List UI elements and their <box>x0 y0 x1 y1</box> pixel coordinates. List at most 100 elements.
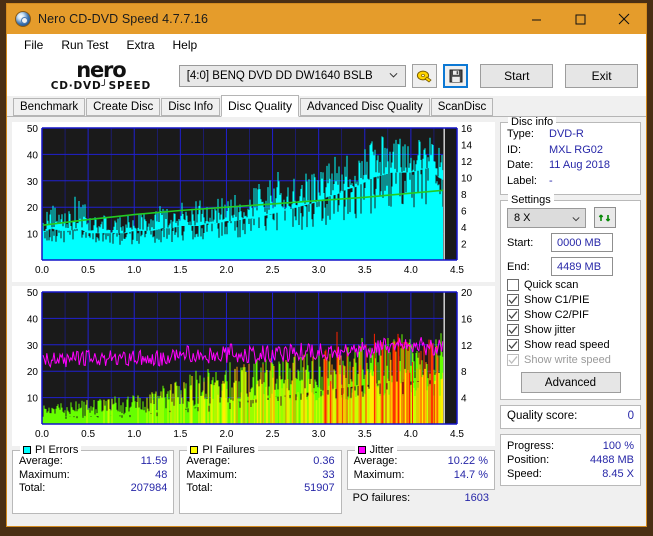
menu-item-file[interactable]: File <box>15 36 52 54</box>
svg-text:0.0: 0.0 <box>35 429 49 440</box>
checkbox-show-jitter[interactable]: Show jitter <box>507 324 634 336</box>
nero-logo-subtitle: CD·DVD╯SPEED <box>51 80 151 92</box>
disc-info-id-value: MXL RG02 <box>549 143 604 156</box>
advanced-button[interactable]: Advanced <box>520 372 621 393</box>
svg-text:4.0: 4.0 <box>404 429 418 440</box>
tab-scandisc[interactable]: ScanDisc <box>430 98 494 116</box>
menu-item-help[interactable]: Help <box>164 36 207 54</box>
svg-text:6: 6 <box>461 207 467 218</box>
quality-score-label: Quality score: <box>507 410 578 422</box>
start-position-input[interactable]: 0000 MB <box>551 233 613 252</box>
pi-errors-chart: 10 20 30 40 50 2 4 6 8 10 12 14 16 0.0 0.5 1.0 1.5 2.0 2.5… <box>12 122 495 282</box>
checkbox-show-c2-pif[interactable]: Show C2/PIF <box>507 309 634 321</box>
application-window: Nero CD-DVD Speed 4.7.7.16 File Run Test… <box>6 3 647 527</box>
refresh-icon[interactable] <box>594 207 616 228</box>
svg-text:14: 14 <box>461 141 473 152</box>
tab-advanced-disc-quality[interactable]: Advanced Disc Quality <box>300 98 430 116</box>
statistics-row: PI Errors Average: 11.59 Maximum: 48 Tot… <box>12 444 495 514</box>
exit-button[interactable]: Exit <box>565 64 638 88</box>
checkbox-show-c2-pif-box <box>507 309 519 321</box>
svg-text:3.0: 3.0 <box>312 429 326 440</box>
tab-benchmark[interactable]: Benchmark <box>13 98 86 116</box>
pi-failures-stats: PI Failures Average: 0.36 Maximum: 33 To… <box>179 444 342 514</box>
pi-failures-jitter-chart: 10 20 30 40 50 4 8 12 16 20 0.0 0.5 1.0 1.5 2.0 2.5 3.0 3… <box>12 286 495 446</box>
start-button[interactable]: Start <box>480 64 554 88</box>
close-icon[interactable] <box>602 4 646 34</box>
svg-text:1.0: 1.0 <box>127 265 141 276</box>
svg-text:3.5: 3.5 <box>358 429 372 440</box>
checkbox-show-c1-pie-box <box>507 294 519 306</box>
svg-text:2.0: 2.0 <box>219 429 233 440</box>
pi-failures-average-row: Average: 0.36 <box>186 455 334 469</box>
pi-errors-maximum-value: 48 <box>155 468 168 481</box>
disc-icon <box>15 11 31 27</box>
pi-failures-maximum-row: Maximum: 33 <box>186 469 334 483</box>
tab-content-disc-quality: 10 20 30 40 50 2 4 6 8 10 12 14 16 0.0 0.5 1.0 1.5 2.0 2.5… <box>7 116 646 526</box>
pi-failures-total-row: Total: 51907 <box>186 482 334 496</box>
svg-text:50: 50 <box>27 288 39 299</box>
jitter-color-swatch <box>357 446 366 454</box>
jitter-average-row: Average: 10.22 % <box>354 455 488 469</box>
jitter-legend-label: Jitter <box>369 444 394 456</box>
svg-text:12: 12 <box>461 341 473 352</box>
end-position-input[interactable]: 4489 MB <box>551 257 613 276</box>
svg-text:30: 30 <box>27 177 39 188</box>
menu-bar: File Run Test Extra Help <box>7 34 646 56</box>
checkbox-quick-scan[interactable]: Quick scan <box>507 279 634 291</box>
checkbox-quick-scan-label: Quick scan <box>524 279 579 291</box>
progress-row: Progress: 100 % <box>507 439 634 453</box>
quality-score-box: Quality score: 0 <box>500 405 641 429</box>
tab-disc-info[interactable]: Disc Info <box>161 98 220 116</box>
nero-logo-word: nero <box>76 57 126 82</box>
checkbox-show-write-speed-label: Show write speed <box>524 354 611 366</box>
position-value: 4488 MB <box>589 453 634 466</box>
checkbox-show-write-speed: Show write speed <box>507 354 634 366</box>
svg-text:2.5: 2.5 <box>266 265 280 276</box>
progress-value: 100 % <box>602 439 634 452</box>
pi-errors-average-row: Average: 11.59 <box>19 455 167 469</box>
menu-item-run-test[interactable]: Run Test <box>52 36 117 54</box>
disc-info-group: Disc info Type: DVD-R ID: MXL RG02 Date:… <box>500 116 641 195</box>
svg-text:0.0: 0.0 <box>35 265 49 276</box>
checkbox-show-read-speed[interactable]: Show read speed <box>507 339 634 351</box>
pi-failures-average-value: 0.36 <box>313 455 335 467</box>
nero-logo-sub-left: CD·DVD <box>50 79 102 92</box>
drive-select-value: [4:0] BENQ DVD DD DW1640 BSLB <box>186 70 373 82</box>
svg-text:12: 12 <box>461 157 473 168</box>
po-failures-label: PO failures: <box>352 492 411 504</box>
drive-select[interactable]: [4:0] BENQ DVD DD DW1640 BSLB <box>178 65 406 87</box>
svg-text:16: 16 <box>461 124 473 135</box>
side-panel: Disc info Type: DVD-R ID: MXL RG02 Date:… <box>500 116 641 521</box>
svg-text:20: 20 <box>27 203 39 214</box>
start-position-row: Start: 0000 MB <box>507 233 634 252</box>
checkbox-show-c1-pie[interactable]: Show C1/PIE <box>507 294 634 306</box>
maximize-icon[interactable] <box>558 4 602 34</box>
disc-info-id-row: ID: MXL RG02 <box>507 143 634 159</box>
pi-errors-legend-label: PI Errors <box>35 444 79 456</box>
po-failures-value: 1603 <box>464 492 489 504</box>
menu-item-extra[interactable]: Extra <box>117 36 163 54</box>
tab-disc-quality[interactable]: Disc Quality <box>221 95 300 117</box>
position-row: Position: 4488 MB <box>507 453 634 467</box>
po-failures-row: PO failures: 1603 <box>347 490 495 504</box>
svg-text:20: 20 <box>461 288 473 299</box>
minimize-icon[interactable] <box>514 4 558 34</box>
nero-logo: nero CD·DVD╯SPEED <box>31 57 171 95</box>
jitter-average-value: 10.22 % <box>447 455 488 467</box>
svg-text:40: 40 <box>27 314 39 325</box>
save-floppy-icon[interactable] <box>442 64 469 88</box>
speed-select[interactable]: 8 X <box>507 207 586 228</box>
checkbox-show-jitter-box <box>507 324 519 336</box>
pi-failures-maximum-value: 33 <box>322 468 335 481</box>
eject-disc-icon[interactable] <box>411 64 437 88</box>
svg-text:40: 40 <box>27 150 39 161</box>
pi-failures-total-label: Total: <box>186 482 213 494</box>
svg-text:10: 10 <box>27 230 39 241</box>
pi-failures-maximum-label: Maximum: <box>186 468 238 481</box>
svg-text:4.5: 4.5 <box>450 429 464 440</box>
svg-text:30: 30 <box>27 341 39 352</box>
disc-info-date-label: Date: <box>507 159 534 171</box>
jitter-stats: Jitter Average: 10.22 % Maximum: 14.7 % <box>346 444 495 490</box>
disc-info-date-row: Date: 11 Aug 2018 <box>507 158 634 174</box>
tab-create-disc[interactable]: Create Disc <box>86 98 161 116</box>
